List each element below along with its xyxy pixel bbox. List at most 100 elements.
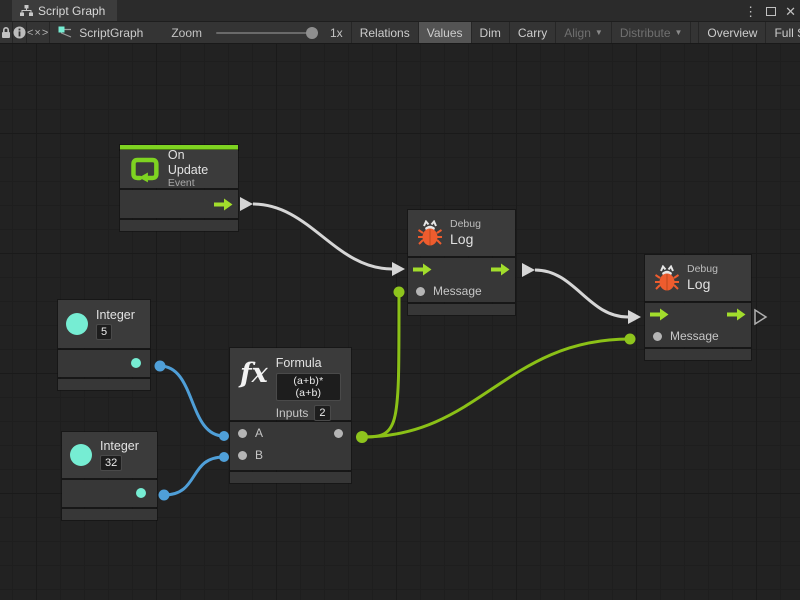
button-label: Overview xyxy=(707,26,757,40)
toolbar-button-dim[interactable]: Dim xyxy=(472,22,510,43)
log1-message-wire-dot[interactable] xyxy=(394,287,405,298)
node-subtitle: Event xyxy=(168,177,228,190)
formula-output-dot[interactable] xyxy=(356,431,368,443)
code-preview-button[interactable]: <×> xyxy=(27,22,50,43)
node-integer-32[interactable]: Integer 32 xyxy=(62,432,157,520)
input-a-label: A xyxy=(255,426,263,440)
node-title: On Update xyxy=(168,148,228,177)
toolbar-button-distribute[interactable]: Distribute ▼ xyxy=(612,22,692,43)
wire-formula-to-log1-message[interactable] xyxy=(362,292,399,437)
node-title: Integer xyxy=(96,308,135,322)
inputs-label: Inputs xyxy=(276,406,309,420)
log2-message-wire-dot[interactable] xyxy=(625,334,636,345)
node-header[interactable]: Integer 32 xyxy=(62,432,157,478)
port-out-log2-triangle[interactable] xyxy=(755,310,766,324)
node-formula[interactable]: fx Formula (a+b)*(a+b) Inputs 2 A xyxy=(230,348,351,483)
zoom-slider[interactable] xyxy=(216,32,316,34)
wire-integer32-to-formula-b[interactable] xyxy=(164,457,224,495)
flow-input-arrow-icon[interactable] xyxy=(413,263,432,276)
port-row-a: A xyxy=(230,422,351,444)
zoom-label: Zoom xyxy=(171,26,202,40)
debug-bug-icon xyxy=(655,265,679,292)
node-header[interactable]: Integer 5 xyxy=(58,300,150,348)
toolbar-button-values[interactable]: Values xyxy=(419,22,472,43)
node-footer xyxy=(230,472,351,483)
toolbar-button-relations[interactable]: Relations xyxy=(352,22,419,43)
result-output-port-dot[interactable] xyxy=(334,429,343,438)
integer-type-icon xyxy=(70,444,92,466)
integer-output-port[interactable] xyxy=(131,358,141,368)
tab-script-graph[interactable]: Script Graph xyxy=(12,0,117,21)
window-close-icon[interactable]: ✕ xyxy=(785,5,796,18)
input-a-port-dot[interactable] xyxy=(238,429,247,438)
node-debug-log-2[interactable]: Debug Log Message xyxy=(645,255,751,360)
node-header[interactable]: Debug Log xyxy=(645,255,751,301)
tab-title: Script Graph xyxy=(38,4,105,18)
node-footer xyxy=(120,220,238,231)
input-b-label: B xyxy=(255,448,263,462)
node-footer xyxy=(62,509,157,520)
node-debug-log-1[interactable]: Debug Log Message xyxy=(408,210,515,315)
node-title: Integer xyxy=(100,439,139,453)
lock-icon xyxy=(0,26,12,39)
graph-hierarchy-icon xyxy=(20,5,33,17)
message-port-dot[interactable] xyxy=(416,287,425,296)
flow-output-arrow-icon[interactable] xyxy=(727,308,746,321)
formula-fx-icon: fx xyxy=(240,360,268,387)
info-icon xyxy=(13,26,26,39)
window-maximize-icon[interactable] xyxy=(766,7,776,16)
flow-output-arrow-icon[interactable] xyxy=(491,263,510,276)
zoom-slider-knob[interactable] xyxy=(306,27,318,39)
graph-name-label[interactable]: ScriptGraph xyxy=(79,26,143,40)
lock-button[interactable] xyxy=(0,22,13,43)
info-button[interactable] xyxy=(13,22,27,43)
node-header[interactable]: On Update Event xyxy=(120,150,238,188)
message-port-label: Message xyxy=(670,329,719,343)
graph-toolbar: <×> ScriptGraph Zoom 1x Relations Values… xyxy=(0,22,800,44)
chevron-down-icon: ▼ xyxy=(595,28,603,37)
wire-integer5-to-formula-a[interactable] xyxy=(160,366,224,436)
inputs-count-input[interactable]: 2 xyxy=(314,405,330,421)
flow-input-arrow-icon[interactable] xyxy=(650,308,669,321)
toolbar-button-carry[interactable]: Carry xyxy=(510,22,556,43)
port-in-log2-triangle[interactable] xyxy=(628,310,641,324)
message-port-row: Message xyxy=(645,325,751,347)
input-b-port-dot[interactable] xyxy=(238,451,247,460)
node-port-row xyxy=(120,190,238,218)
flow-port-row xyxy=(645,303,751,325)
integer-output-port[interactable] xyxy=(136,488,146,498)
port-out-onupdate-triangle[interactable] xyxy=(240,197,253,211)
port-out-log1-triangle[interactable] xyxy=(522,263,535,277)
integer32-output-wire-dot[interactable] xyxy=(159,490,170,501)
node-header[interactable]: fx Formula (a+b)*(a+b) Inputs 2 xyxy=(230,348,351,420)
button-label: Distribute xyxy=(620,26,671,40)
integer-value-input[interactable]: 32 xyxy=(100,455,122,471)
node-category: Debug xyxy=(450,218,481,231)
node-on-update[interactable]: On Update Event xyxy=(120,145,238,231)
button-label: Relations xyxy=(360,26,410,40)
toolbar-button-align[interactable]: Align ▼ xyxy=(556,22,612,43)
graph-canvas[interactable]: On Update Event xyxy=(0,44,800,600)
code-icon: <×> xyxy=(27,27,49,39)
node-header[interactable]: Debug Log xyxy=(408,210,515,256)
node-ports: Message xyxy=(408,258,515,302)
wire-onupdate-to-log1[interactable] xyxy=(253,204,392,269)
integer5-output-wire-dot[interactable] xyxy=(155,361,166,372)
node-integer-5[interactable]: Integer 5 xyxy=(58,300,150,390)
button-label: Align xyxy=(564,26,591,40)
wire-log1-to-log2[interactable] xyxy=(535,270,628,317)
wire-formula-to-log2-message[interactable] xyxy=(362,339,630,437)
message-port-dot[interactable] xyxy=(653,332,662,341)
toolbar-button-fullscreen[interactable]: Full Screen xyxy=(766,22,800,43)
message-port-label: Message xyxy=(433,284,482,298)
integer-value-input[interactable]: 5 xyxy=(96,324,112,340)
node-title: Log xyxy=(450,231,481,248)
graph-breadcrumb: ScriptGraph Zoom 1x xyxy=(50,22,351,43)
toolbar-button-overview[interactable]: Overview xyxy=(698,22,766,43)
formula-b-wire-dot[interactable] xyxy=(219,452,229,462)
flow-output-arrow-icon[interactable] xyxy=(214,198,233,211)
formula-expression-input[interactable]: (a+b)*(a+b) xyxy=(276,373,341,401)
formula-a-wire-dot[interactable] xyxy=(219,431,229,441)
port-in-log1-triangle[interactable] xyxy=(392,262,405,276)
window-menu-icon[interactable]: ⋮ xyxy=(744,5,757,18)
